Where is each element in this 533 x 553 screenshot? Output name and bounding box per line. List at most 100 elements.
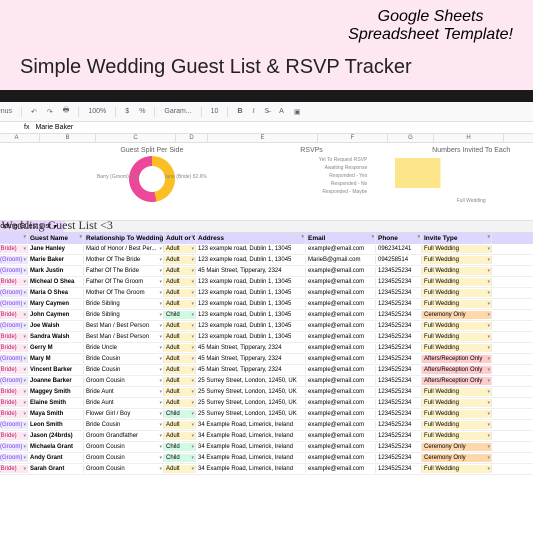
table-row[interactable]: Barry (Groom)▾Mary MBride Cousin▾Adult▾4… <box>0 354 533 365</box>
chevron-down-icon[interactable]: ▾ <box>191 323 194 329</box>
header-rel[interactable]: Relationship To Wedding Party▾ <box>84 233 164 244</box>
cell-addr[interactable]: 123 example road, Dublin 1, 13045 <box>196 311 306 319</box>
cell-phone[interactable]: 1234525234 <box>376 355 422 363</box>
cell-side[interactable]: Barry (Groom)▾ <box>0 355 28 363</box>
table-row[interactable]: Jane (Bride)▾Jason (24brds)Groom Grandfa… <box>0 431 533 442</box>
cell-side[interactable]: Jane (Bride)▾ <box>0 399 28 407</box>
chevron-down-icon[interactable]: ▾ <box>23 257 26 263</box>
chevron-down-icon[interactable]: ▾ <box>487 400 490 406</box>
bold-icon[interactable]: B <box>234 107 245 116</box>
cell-invite[interactable]: Full Wedding▾ <box>422 333 492 341</box>
cell-email[interactable]: example@email.com <box>306 355 376 363</box>
chevron-down-icon[interactable]: ▾ <box>159 234 162 240</box>
header-ac[interactable]: Adult or Child▾ <box>164 233 196 244</box>
font-size[interactable]: 10 <box>208 107 222 116</box>
cell-addr[interactable]: 123 example road, Dublin 1, 13045 <box>196 278 306 286</box>
table-row[interactable]: Barry (Groom)▾Michaela GrantGroom Cousin… <box>0 442 533 453</box>
table-row[interactable]: Barry (Groom)▾Leon SmithBride Cousin▾Adu… <box>0 420 533 431</box>
cell-email[interactable]: example@email.com <box>306 399 376 407</box>
table-row[interactable]: Jane (Bride)▾Maya SmithFlower Girl / Boy… <box>0 409 533 420</box>
cell-invite[interactable]: Full Wedding▾ <box>422 289 492 297</box>
cell-ac[interactable]: Adult▾ <box>164 465 196 473</box>
cell-phone[interactable]: 1234525234 <box>376 300 422 308</box>
chevron-down-icon[interactable]: ▾ <box>191 279 194 285</box>
chevron-down-icon[interactable]: ▾ <box>487 378 490 384</box>
cell-addr[interactable]: 123 example road, Dublin 1, 13045 <box>196 245 306 253</box>
cell-phone[interactable]: 1234525234 <box>376 278 422 286</box>
cell-email[interactable]: example@email.com <box>306 366 376 374</box>
chevron-down-icon[interactable]: ▾ <box>487 411 490 417</box>
cell-side[interactable]: Jane (Bride)▾ <box>0 388 28 396</box>
chevron-down-icon[interactable]: ▾ <box>159 312 162 318</box>
cell-phone[interactable]: 1234525234 <box>376 432 422 440</box>
chevron-down-icon[interactable]: ▾ <box>23 301 26 307</box>
cell-addr[interactable]: 34 Example Road, Limerick, Ireland <box>196 443 306 451</box>
redo-icon[interactable]: ↷ <box>44 107 56 117</box>
cell-email[interactable]: example@email.com <box>306 333 376 341</box>
header-invite[interactable]: Invite Type▾ <box>422 233 492 244</box>
cell-phone[interactable]: 1234525234 <box>376 311 422 319</box>
cell-name[interactable]: Jason (24brds) <box>28 432 84 440</box>
cell-rel[interactable]: Groom Grandfather▾ <box>84 432 164 440</box>
cell-side[interactable]: Jane (Bride)▾ <box>0 245 28 253</box>
cell-name[interactable]: Mark Justin <box>28 267 84 275</box>
cell-email[interactable]: example@email.com <box>306 421 376 429</box>
chevron-down-icon[interactable]: ▾ <box>159 444 162 450</box>
cell-phone[interactable]: 1234525234 <box>376 322 422 330</box>
cell-phone[interactable]: 1234525234 <box>376 410 422 418</box>
cell-name[interactable]: Sandra Walsh <box>28 333 84 341</box>
cell-name[interactable]: Elaine Smith <box>28 399 84 407</box>
cell-invite[interactable]: Full Wedding▾ <box>422 410 492 418</box>
cell-ac[interactable]: Adult▾ <box>164 322 196 330</box>
table-row[interactable]: Jane (Bride)▾Vincent BarkerBride Cousin▾… <box>0 365 533 376</box>
chevron-down-icon[interactable]: ▾ <box>159 257 162 263</box>
col-d[interactable]: D <box>176 134 208 142</box>
cell-reference[interactable]: B7 <box>0 124 18 131</box>
print-icon[interactable]: 🖶 <box>60 105 73 118</box>
chevron-down-icon[interactable]: ▾ <box>191 444 194 450</box>
cell-email[interactable]: example@email.com <box>306 300 376 308</box>
header-phone[interactable]: Phone▾ <box>376 233 422 244</box>
chevron-down-icon[interactable]: ▾ <box>487 422 490 428</box>
cell-ac[interactable]: Adult▾ <box>164 333 196 341</box>
cell-name[interactable]: Gerry M <box>28 344 84 352</box>
chevron-down-icon[interactable]: ▾ <box>487 323 490 329</box>
cell-addr[interactable]: 34 Example Road, Limerick, Ireland <box>196 432 306 440</box>
chevron-down-icon[interactable]: ▾ <box>159 411 162 417</box>
chevron-down-icon[interactable]: ▾ <box>159 356 162 362</box>
chevron-down-icon[interactable]: ▾ <box>23 290 26 296</box>
chevron-down-icon[interactable]: ▾ <box>191 433 194 439</box>
menus-button[interactable]: Menus <box>0 107 15 116</box>
chevron-down-icon[interactable]: ▾ <box>159 389 162 395</box>
cell-addr[interactable]: 123 example road, Dublin 1, 13045 <box>196 300 306 308</box>
cell-name[interactable]: Maria O Shea <box>28 289 84 297</box>
cell-rel[interactable]: Bride Sibling▾ <box>84 311 164 319</box>
chevron-down-icon[interactable]: ▾ <box>23 356 26 362</box>
cell-name[interactable]: Vincent Barker <box>28 366 84 374</box>
cell-rel[interactable]: Maid of Honor / Best Per...▾ <box>84 245 164 253</box>
chevron-down-icon[interactable]: ▾ <box>23 246 26 252</box>
cell-ac[interactable]: Adult▾ <box>164 256 196 264</box>
cell-rel[interactable]: Groom Cousin▾ <box>84 454 164 462</box>
chevron-down-icon[interactable]: ▾ <box>159 279 162 285</box>
cell-side[interactable]: Barry (Groom)▾ <box>0 377 28 385</box>
chevron-down-icon[interactable]: ▾ <box>487 345 490 351</box>
formula-value[interactable]: Marie Baker <box>35 124 73 131</box>
cell-email[interactable]: example@email.com <box>306 267 376 275</box>
chevron-down-icon[interactable]: ▾ <box>487 389 490 395</box>
cell-ac[interactable]: Adult▾ <box>164 366 196 374</box>
chevron-down-icon[interactable]: ▾ <box>191 455 194 461</box>
cell-addr[interactable]: 45 Main Street, Tipperary, 2324 <box>196 366 306 374</box>
cell-name[interactable]: Mary Caymen <box>28 300 84 308</box>
chevron-down-icon[interactable]: ▾ <box>23 279 26 285</box>
cell-name[interactable]: Leon Smith <box>28 421 84 429</box>
table-row[interactable]: Barry (Groom)▾Mary CaymenBride Sibling▾A… <box>0 299 533 310</box>
cell-email[interactable]: example@email.com <box>306 278 376 286</box>
chevron-down-icon[interactable]: ▾ <box>191 234 194 240</box>
cell-ac[interactable]: Adult▾ <box>164 267 196 275</box>
header-side[interactable]: Side▾ <box>0 233 28 244</box>
cell-ac[interactable]: Adult▾ <box>164 377 196 385</box>
cell-side[interactable]: Jane (Bride)▾ <box>0 311 28 319</box>
cell-email[interactable]: example@email.com <box>306 322 376 330</box>
cell-rel[interactable]: Groom Cousin▾ <box>84 465 164 473</box>
